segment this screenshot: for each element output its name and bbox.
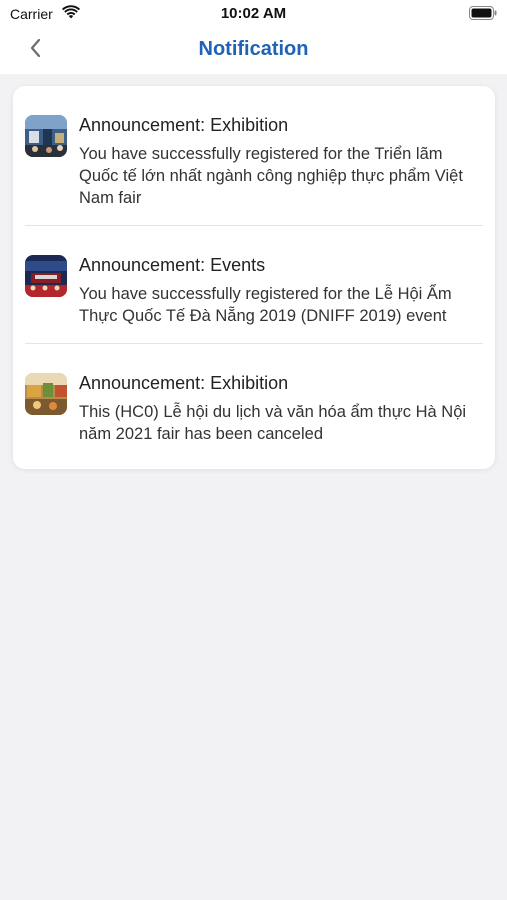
battery-icon	[469, 6, 497, 20]
notification-item[interactable]: Announcement: Exhibition This (HC0) Lễ h…	[25, 344, 483, 469]
exhibition-thumbnail-icon	[25, 115, 67, 157]
notification-item[interactable]: Announcement: Events You have successful…	[25, 226, 483, 344]
exhibition-thumbnail-icon	[25, 373, 67, 415]
notification-body: You have successfully registered for the…	[79, 145, 463, 207]
events-thumbnail-icon	[25, 255, 67, 297]
status-bar: Carrier 10:02 AM	[0, 0, 507, 28]
notification-title: Announcement: Exhibition	[79, 373, 289, 393]
notification-list: Announcement: Exhibition You have succes…	[13, 86, 495, 469]
notification-title: Announcement: Events	[79, 255, 266, 275]
page-title: Notification	[198, 38, 309, 60]
nav-bar: Notification	[0, 28, 507, 74]
notification-screen: Carrier 10:02 AM Notification Announceme…	[0, 0, 507, 900]
status-time: 10:02 AM	[220, 5, 287, 22]
notification-body: This (HC0) Lễ hội du lịch và văn hóa ẩm …	[79, 403, 467, 443]
notification-title: Announcement: Exhibition	[79, 115, 289, 135]
notification-body: You have successfully registered for the…	[79, 285, 452, 325]
notification-item[interactable]: Announcement: Exhibition You have succes…	[25, 86, 483, 226]
